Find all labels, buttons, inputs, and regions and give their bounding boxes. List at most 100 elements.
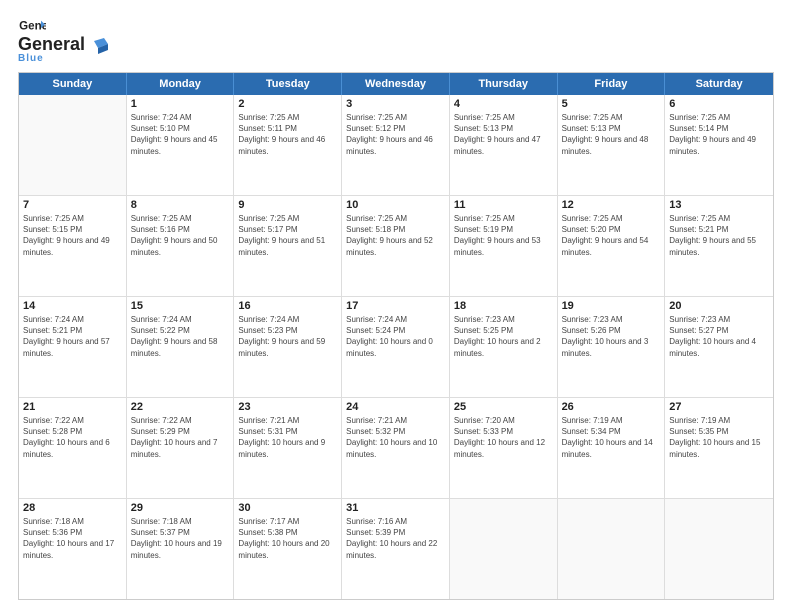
sunrise-line: Sunrise: 7:25 AM (23, 213, 122, 224)
header: General General Blue (18, 18, 774, 64)
daylight-line: Daylight: 9 hours and 49 minutes. (23, 235, 122, 257)
calendar-cell (450, 499, 558, 599)
daylight-line: Daylight: 9 hours and 46 minutes. (238, 134, 337, 156)
sunrise-line: Sunrise: 7:25 AM (346, 112, 445, 123)
daylight-line: Daylight: 10 hours and 17 minutes. (23, 538, 122, 560)
calendar-cell: 30Sunrise: 7:17 AMSunset: 5:38 PMDayligh… (234, 499, 342, 599)
sunset-line: Sunset: 5:16 PM (131, 224, 230, 235)
calendar-week-2: 7Sunrise: 7:25 AMSunset: 5:15 PMDaylight… (19, 196, 773, 297)
calendar-cell: 16Sunrise: 7:24 AMSunset: 5:23 PMDayligh… (234, 297, 342, 397)
daylight-line: Daylight: 10 hours and 3 minutes. (562, 336, 661, 358)
calendar-body: 1Sunrise: 7:24 AMSunset: 5:10 PMDaylight… (19, 95, 773, 599)
sunrise-line: Sunrise: 7:23 AM (562, 314, 661, 325)
calendar-cell (558, 499, 666, 599)
sunrise-line: Sunrise: 7:25 AM (562, 213, 661, 224)
daylight-line: Daylight: 9 hours and 49 minutes. (669, 134, 769, 156)
day-number: 24 (346, 401, 445, 413)
calendar-cell: 21Sunrise: 7:22 AMSunset: 5:28 PMDayligh… (19, 398, 127, 498)
sunset-line: Sunset: 5:27 PM (669, 325, 769, 336)
sunset-line: Sunset: 5:10 PM (131, 123, 230, 134)
sunset-line: Sunset: 5:17 PM (238, 224, 337, 235)
calendar-cell: 1Sunrise: 7:24 AMSunset: 5:10 PMDaylight… (127, 95, 235, 195)
day-number: 7 (23, 199, 122, 211)
day-number: 17 (346, 300, 445, 312)
calendar-cell: 29Sunrise: 7:18 AMSunset: 5:37 PMDayligh… (127, 499, 235, 599)
calendar-cell: 3Sunrise: 7:25 AMSunset: 5:12 PMDaylight… (342, 95, 450, 195)
daylight-line: Daylight: 10 hours and 20 minutes. (238, 538, 337, 560)
calendar: Sunday Monday Tuesday Wednesday Thursday… (18, 72, 774, 600)
sunrise-line: Sunrise: 7:24 AM (131, 112, 230, 123)
day-number: 2 (238, 98, 337, 110)
daylight-line: Daylight: 10 hours and 6 minutes. (23, 437, 122, 459)
col-tuesday: Tuesday (234, 73, 342, 95)
sunset-line: Sunset: 5:20 PM (562, 224, 661, 235)
sunset-line: Sunset: 5:21 PM (669, 224, 769, 235)
day-number: 6 (669, 98, 769, 110)
sunset-line: Sunset: 5:11 PM (238, 123, 337, 134)
day-number: 31 (346, 502, 445, 514)
logo-name-blue: Blue (18, 53, 44, 64)
calendar-cell: 20 Sunrise: 7:23 AMSunset: 5:27 PMDayligh… (665, 297, 773, 397)
daylight-line: Daylight: 10 hours and 19 minutes. (131, 538, 230, 560)
day-number: 23 (238, 401, 337, 413)
daylight-line: Daylight: 9 hours and 52 minutes. (346, 235, 445, 257)
daylight-line: Daylight: 9 hours and 50 minutes. (131, 235, 230, 257)
col-sunday: Sunday (19, 73, 127, 95)
sunrise-line: Sunrise: 7:25 AM (562, 112, 661, 123)
day-number: 16 (238, 300, 337, 312)
sunrise-line: Sunrise: 7:23 AM (669, 314, 769, 325)
sunset-line: Sunset: 5:35 PM (669, 426, 769, 437)
day-number: 20 (669, 300, 769, 312)
sunrise-line: Sunrise: 7:19 AM (562, 415, 661, 426)
calendar-cell: 24Sunrise: 7:21 AMSunset: 5:32 PMDayligh… (342, 398, 450, 498)
daylight-line: Daylight: 10 hours and 15 minutes. (669, 437, 769, 459)
sunset-line: Sunset: 5:19 PM (454, 224, 553, 235)
calendar-cell: 23Sunrise: 7:21 AMSunset: 5:31 PMDayligh… (234, 398, 342, 498)
sunrise-line: Sunrise: 7:25 AM (238, 213, 337, 224)
sunset-line: Sunset: 5:36 PM (23, 527, 122, 538)
calendar-cell: 7Sunrise: 7:25 AMSunset: 5:15 PMDaylight… (19, 196, 127, 296)
sunset-line: Sunset: 5:21 PM (23, 325, 122, 336)
day-number: 30 (238, 502, 337, 514)
daylight-line: Daylight: 10 hours and 2 minutes. (454, 336, 553, 358)
sunrise-line: Sunrise: 7:23 AM (454, 314, 553, 325)
sunset-line: Sunset: 5:32 PM (346, 426, 445, 437)
day-number: 22 (131, 401, 230, 413)
sunrise-line: Sunrise: 7:25 AM (131, 213, 230, 224)
daylight-line: Daylight: 9 hours and 48 minutes. (562, 134, 661, 156)
sunset-line: Sunset: 5:28 PM (23, 426, 122, 437)
day-number: 12 (562, 199, 661, 211)
col-wednesday: Wednesday (342, 73, 450, 95)
sunset-line: Sunset: 5:13 PM (562, 123, 661, 134)
calendar-cell: 8Sunrise: 7:25 AMSunset: 5:16 PMDaylight… (127, 196, 235, 296)
sunrise-line: Sunrise: 7:22 AM (23, 415, 122, 426)
logo-bird-icon (86, 36, 108, 54)
day-number: 15 (131, 300, 230, 312)
day-number: 18 (454, 300, 553, 312)
calendar-cell: 18Sunrise: 7:23 AMSunset: 5:25 PMDayligh… (450, 297, 558, 397)
daylight-line: Daylight: 10 hours and 22 minutes. (346, 538, 445, 560)
sunset-line: Sunset: 5:38 PM (238, 527, 337, 538)
calendar-header: Sunday Monday Tuesday Wednesday Thursday… (19, 73, 773, 95)
calendar-cell: 25Sunrise: 7:20 AMSunset: 5:33 PMDayligh… (450, 398, 558, 498)
sunset-line: Sunset: 5:22 PM (131, 325, 230, 336)
daylight-line: Daylight: 10 hours and 12 minutes. (454, 437, 553, 459)
daylight-line: Daylight: 10 hours and 7 minutes. (131, 437, 230, 459)
calendar-cell: 13Sunrise: 7:25 AMSunset: 5:21 PMDayligh… (665, 196, 773, 296)
daylight-line: Daylight: 10 hours and 4 minutes. (669, 336, 769, 358)
sunset-line: Sunset: 5:23 PM (238, 325, 337, 336)
sunrise-line: Sunrise: 7:25 AM (238, 112, 337, 123)
calendar-cell (665, 499, 773, 599)
page: General General Blue Sunday Monday Tuesd… (0, 0, 792, 612)
day-number: 11 (454, 199, 553, 211)
calendar-cell: 12Sunrise: 7:25 AMSunset: 5:20 PMDayligh… (558, 196, 666, 296)
col-friday: Friday (558, 73, 666, 95)
sunrise-line: Sunrise: 7:20 AM (454, 415, 553, 426)
day-number: 27 (669, 401, 769, 413)
daylight-line: Daylight: 10 hours and 9 minutes. (238, 437, 337, 459)
sunrise-line: Sunrise: 7:25 AM (454, 213, 553, 224)
logo-name-general: General (18, 34, 85, 55)
daylight-line: Daylight: 9 hours and 58 minutes. (131, 336, 230, 358)
sunrise-line: Sunrise: 7:18 AM (131, 516, 230, 527)
sunrise-line: Sunrise: 7:21 AM (238, 415, 337, 426)
